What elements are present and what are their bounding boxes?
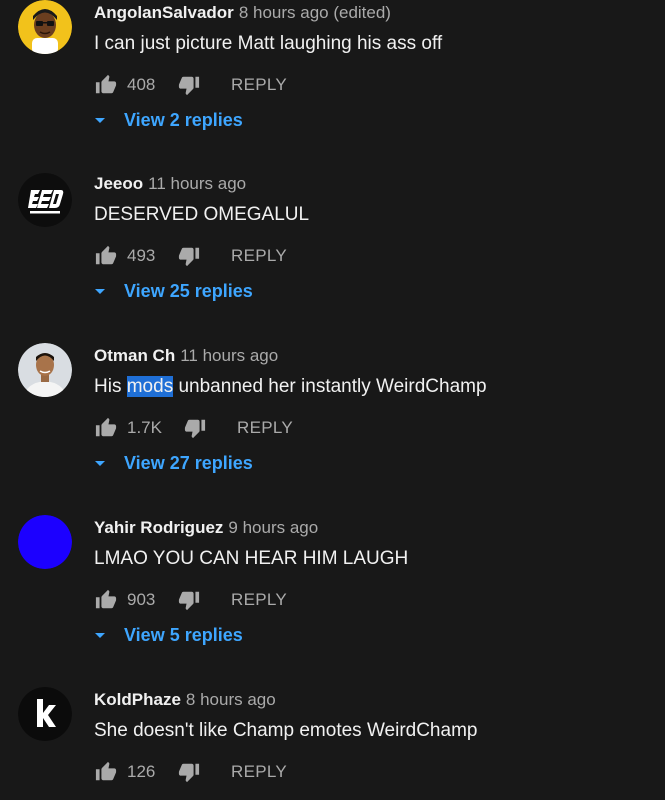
thumbs-down-icon[interactable] [177, 73, 201, 97]
letter-k-avatar-icon [18, 687, 72, 741]
comment-header: Yahir Rodriguez 9 hours ago [94, 517, 318, 539]
comment-author[interactable]: AngolanSalvador [94, 3, 234, 22]
comment-header: Jeeoo 11 hours ago [94, 173, 246, 195]
view-replies-button[interactable]: View 25 replies [94, 281, 253, 302]
caret-down-icon [94, 115, 106, 127]
view-replies-label: View 2 replies [124, 110, 243, 130]
cartoon-avatar-icon [18, 0, 72, 54]
comment-text: His mods unbanned her instantly WeirdCha… [94, 375, 487, 399]
view-replies-button[interactable]: View 27 replies [94, 453, 253, 474]
comment-actions: 903 REPLY [94, 587, 287, 613]
comment-text-part: His [94, 376, 127, 397]
comment-header: Otman Ch 11 hours ago [94, 345, 278, 367]
thumbs-down-icon[interactable] [177, 244, 201, 268]
comment-header: AngolanSalvador 8 hours ago (edited) [94, 2, 391, 24]
like-count: 126 [127, 762, 156, 781]
thumbs-up-icon[interactable] [94, 588, 118, 612]
avatar[interactable] [18, 0, 72, 54]
selected-text: mods [126, 376, 174, 397]
reply-button[interactable]: REPLY [231, 590, 287, 610]
comment-time[interactable]: 11 hours ago [148, 174, 246, 193]
avatar[interactable] [18, 687, 72, 741]
blue-circle-avatar-icon [18, 515, 72, 569]
like-count: 408 [127, 75, 156, 94]
like-count: 493 [127, 246, 156, 265]
logo-avatar-icon [18, 173, 72, 227]
view-replies-label: View 25 replies [124, 281, 253, 301]
comment-time[interactable]: 11 hours ago [180, 346, 278, 365]
view-replies-button[interactable]: View 5 replies [94, 625, 243, 646]
caret-down-icon [94, 458, 106, 470]
comment-text-part: unbanned her instantly WeirdChamp [173, 376, 487, 397]
comment-text: LMAO YOU CAN HEAR HIM LAUGH [94, 548, 409, 569]
thumbs-down-icon[interactable] [177, 588, 201, 612]
reply-button[interactable]: REPLY [237, 418, 293, 438]
thumbs-up-icon[interactable] [94, 73, 118, 97]
view-replies-label: View 27 replies [124, 453, 253, 473]
comment-header: KoldPhaze 8 hours ago [94, 689, 276, 711]
comment-author[interactable]: KoldPhaze [94, 690, 181, 709]
view-replies-label: View 5 replies [124, 625, 243, 645]
comment-actions: 1.7K REPLY [94, 415, 293, 441]
comment-actions: 493 REPLY [94, 243, 287, 269]
comment-text: I can just picture Matt laughing his ass… [94, 33, 443, 54]
reply-button[interactable]: REPLY [231, 75, 287, 95]
comment-author[interactable]: Yahir Rodriguez [94, 518, 223, 537]
thumbs-down-icon[interactable] [177, 760, 201, 784]
thumbs-up-icon[interactable] [94, 244, 118, 268]
comment-author[interactable]: Jeeoo [94, 174, 143, 193]
view-replies-button[interactable]: View 2 replies [94, 110, 243, 131]
comment-text: DESERVED OMEGALUL [94, 204, 310, 225]
photo-avatar-icon [18, 343, 72, 397]
avatar[interactable] [18, 343, 72, 397]
comment-author[interactable]: Otman Ch [94, 346, 175, 365]
caret-down-icon [94, 630, 106, 642]
thumbs-up-icon[interactable] [94, 760, 118, 784]
comment-actions: 408 REPLY [94, 72, 287, 98]
like-count: 903 [127, 590, 156, 609]
comment-actions: 126 REPLY [94, 759, 287, 785]
reply-button[interactable]: REPLY [231, 762, 287, 782]
comment-time[interactable]: 8 hours ago (edited) [239, 3, 391, 22]
comment-time[interactable]: 8 hours ago [186, 690, 276, 709]
caret-down-icon [94, 286, 106, 298]
comment-time[interactable]: 9 hours ago [228, 518, 318, 537]
thumbs-up-icon[interactable] [94, 416, 118, 440]
reply-button[interactable]: REPLY [231, 246, 287, 266]
like-count: 1.7K [127, 418, 162, 437]
comment-text: She doesn't like Champ emotes WeirdChamp [94, 720, 478, 741]
avatar[interactable] [18, 515, 72, 569]
thumbs-down-icon[interactable] [183, 416, 207, 440]
avatar[interactable] [18, 173, 72, 227]
